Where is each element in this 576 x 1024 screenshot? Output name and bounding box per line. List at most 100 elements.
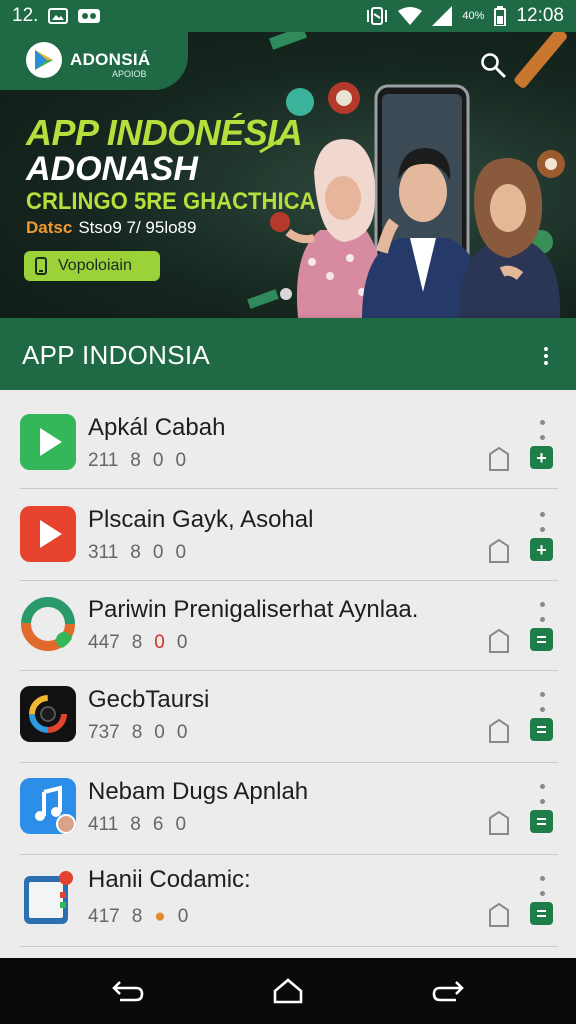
brand-tab: ADONSIÁ APOIOB: [0, 32, 188, 90]
more-vertical-icon-dot: [539, 435, 545, 440]
home-button[interactable]: [268, 976, 308, 1006]
app-header: APP INDONSIA: [0, 318, 576, 390]
brand-logo[interactable]: [26, 42, 62, 78]
stat-value: 0: [175, 542, 187, 563]
more-vertical-icon-dot: [544, 354, 548, 358]
stat-value: 8: [130, 450, 141, 471]
stat-value: 0: [154, 632, 165, 653]
app-name: Pariwin Prenigaliserhat Aynlaa.: [88, 596, 419, 623]
back-button[interactable]: [108, 976, 148, 1006]
app-stats: 447 8 0 0: [88, 632, 187, 654]
stat-count: 311: [88, 542, 119, 563]
share-icon[interactable]: [487, 902, 511, 928]
list-divider: [20, 762, 558, 763]
recents-icon: [432, 981, 464, 1002]
image-notification-icon: [48, 8, 69, 24]
more-vertical-icon-dot: [539, 799, 545, 804]
phone-icon: [35, 257, 47, 275]
app-stats: 311 8 0 0: [88, 542, 186, 564]
app-name: Nebam Dugs Apnlah: [88, 778, 309, 805]
more-vertical-icon-dot: [539, 707, 545, 712]
app-stats: 737 8 0 0: [88, 722, 187, 744]
item-menu-button[interactable]: [537, 876, 547, 896]
banner-people-illustration: [270, 84, 561, 318]
list-divider: [20, 854, 558, 855]
stat-value: 0: [175, 450, 187, 471]
stat-value: 0: [152, 542, 164, 563]
more-vertical-icon-dot: [539, 891, 545, 896]
app-icon-play: [20, 414, 76, 470]
list-item[interactable]: Pariwin Prenigaliserhat Aynlaa. 447 8 0 …: [0, 586, 576, 678]
more-vertical-icon-dot: [544, 361, 548, 365]
brand-name: ADONSIÁ: [70, 50, 151, 69]
promo-banner[interactable]: ADONSIÁ APOIOB APP INDONÉSIA ADONASH CRL…: [0, 32, 576, 318]
navigation-bar: [0, 958, 576, 1024]
back-icon: [112, 981, 144, 1002]
stat-count: 417: [88, 906, 120, 927]
open-button[interactable]: =: [530, 628, 553, 651]
app-name: Hanii Codamic:: [88, 866, 251, 893]
list-item[interactable]: Nebam Dugs Apnlah 411 8 6 0 =: [0, 768, 576, 860]
more-vertical-icon-dot: [539, 617, 545, 622]
more-vertical-icon: [539, 876, 545, 881]
more-vertical-icon: [539, 420, 545, 425]
app-name: Plscain Gayk, Asohal: [88, 506, 314, 533]
share-icon[interactable]: [487, 810, 511, 836]
install-button[interactable]: +: [530, 538, 553, 561]
item-menu-button[interactable]: [537, 784, 547, 804]
share-icon[interactable]: [487, 718, 511, 744]
open-button[interactable]: =: [530, 810, 553, 833]
stat-count: 447: [88, 632, 120, 653]
voicemail-icon: [78, 8, 101, 24]
item-menu-button[interactable]: [537, 512, 547, 532]
stat-count: 737: [88, 722, 120, 743]
status-bar: 12. 40% 12:08: [0, 0, 576, 32]
open-button[interactable]: =: [530, 718, 553, 741]
share-icon[interactable]: [487, 538, 511, 564]
more-vertical-icon: [539, 784, 545, 789]
banner-subheadline: ADONASH: [26, 150, 198, 188]
stat-value: 6: [152, 814, 164, 835]
banner-cta-button[interactable]: Vopoloiain: [24, 251, 160, 281]
more-vertical-icon: [539, 512, 545, 517]
brand-subtitle: APOIOB: [112, 69, 147, 79]
more-vertical-icon: [544, 347, 548, 351]
stat-value: 8: [131, 632, 143, 653]
banner-cta-label: Vopoloiain: [58, 257, 132, 274]
recents-button[interactable]: [428, 976, 468, 1006]
share-icon[interactable]: [487, 628, 511, 654]
list-divider: [20, 488, 558, 489]
list-item[interactable]: Apkál Cabah 211 8 0 0 +: [0, 404, 576, 496]
list-item[interactable]: GecbTaursi 737 8 0 0 =: [0, 676, 576, 768]
list-divider: [20, 580, 558, 581]
stat-marker: ●: [154, 906, 166, 927]
list-item[interactable]: Hanii Codamic: 417 8 ● 0 =: [0, 860, 576, 952]
stat-value: 8: [131, 722, 143, 743]
open-button[interactable]: =: [530, 902, 553, 925]
app-icon-video: [20, 506, 76, 562]
app-stats: 417 8 ● 0: [88, 906, 188, 928]
item-menu-button[interactable]: [537, 602, 547, 622]
stat-value: 0: [177, 906, 189, 927]
battery-icon: [494, 6, 507, 26]
stat-value: 8: [130, 814, 141, 835]
home-icon: [273, 978, 303, 1004]
app-icon-ring: [20, 596, 76, 652]
vibrate-icon: [366, 6, 388, 26]
more-vertical-icon: [539, 692, 545, 697]
item-menu-button[interactable]: [537, 692, 547, 712]
page-title: APP INDONSIA: [22, 340, 211, 370]
stat-count: 211: [88, 450, 119, 471]
install-button[interactable]: +: [530, 446, 553, 469]
signal-icon: [432, 6, 453, 26]
list-item[interactable]: Plscain Gayk, Asohal 311 8 0 0 +: [0, 496, 576, 588]
more-vertical-icon-dot: [539, 527, 545, 532]
item-menu-button[interactable]: [537, 420, 547, 440]
share-icon[interactable]: [487, 446, 511, 472]
stat-value: 0: [152, 450, 164, 471]
overflow-menu-button[interactable]: [534, 344, 558, 368]
list-divider: [20, 670, 558, 671]
status-time-left: 12.: [12, 5, 39, 26]
app-stats: 211 8 0 0: [88, 450, 186, 472]
more-vertical-icon: [539, 602, 545, 607]
